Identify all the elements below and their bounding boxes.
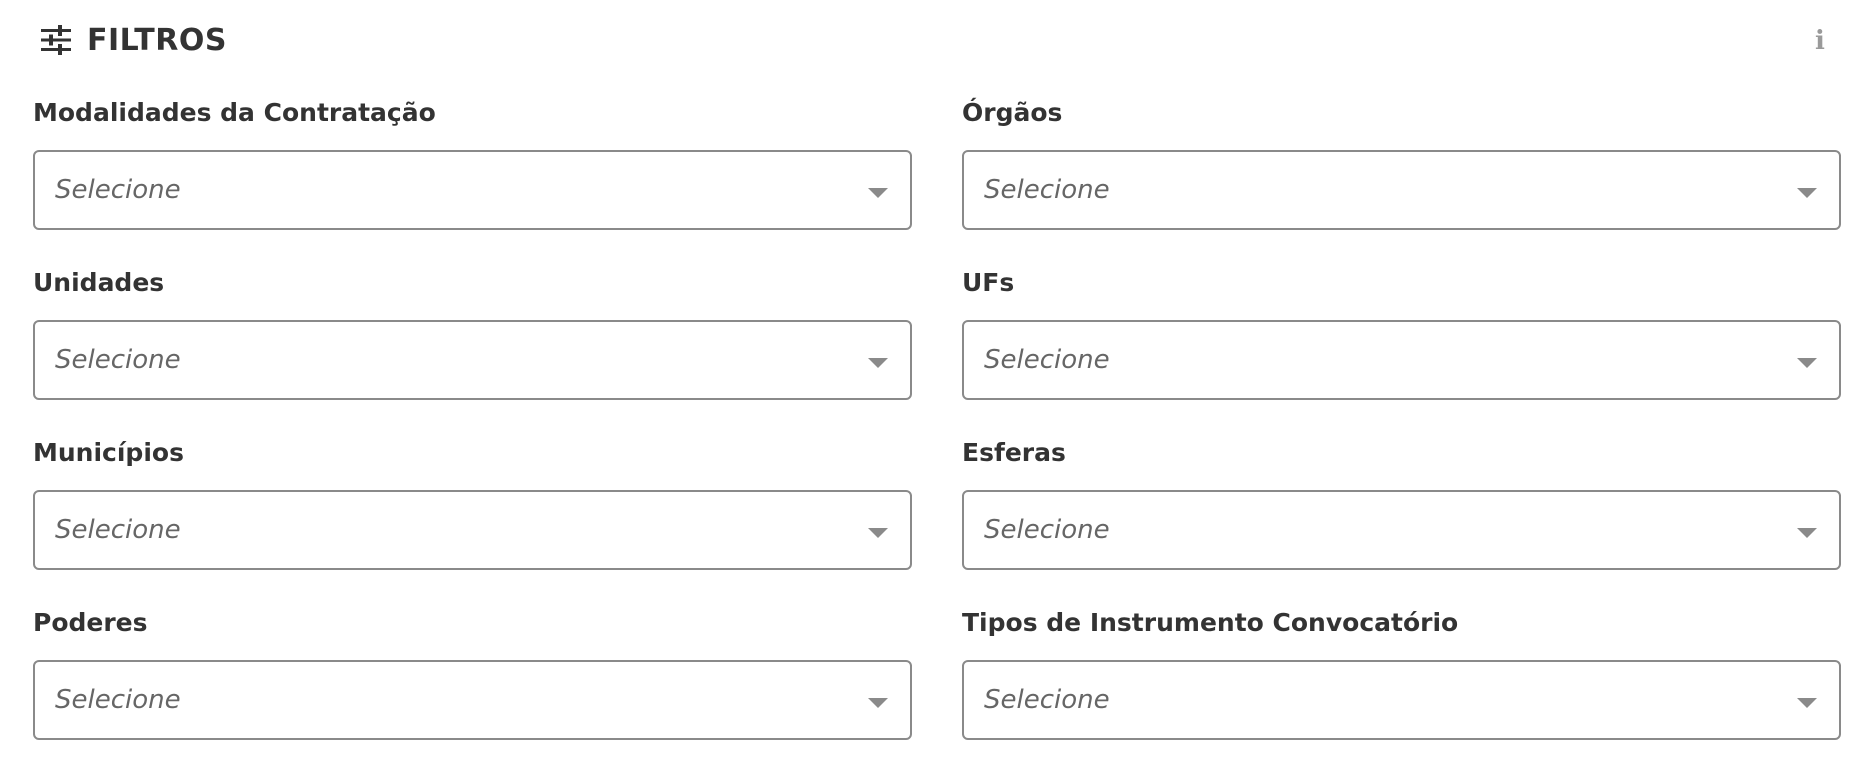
filters-grid: Modalidades da Contratação Selecione Órg… [33, 96, 1841, 776]
filter-label: Municípios [33, 438, 184, 467]
filter-label: Esferas [962, 438, 1066, 467]
chevron-down-icon [868, 358, 888, 368]
chevron-down-icon [868, 528, 888, 538]
filter-esferas: Esferas Selecione [962, 436, 1841, 606]
poderes-select[interactable]: Selecione [33, 660, 912, 740]
select-placeholder: Selecione [55, 175, 181, 205]
municipios-select[interactable]: Selecione [33, 490, 912, 570]
select-placeholder: Selecione [984, 515, 1110, 545]
chevron-down-icon [1797, 528, 1817, 538]
chevron-down-icon [1797, 698, 1817, 708]
filter-tipos-instrumento: Tipos de Instrumento Convocatório Seleci… [962, 606, 1841, 776]
filter-label: Órgãos [962, 98, 1063, 127]
page-title: FILTROS [87, 22, 227, 58]
modalidades-select[interactable]: Selecione [33, 150, 912, 230]
filter-label: UFs [962, 268, 1015, 297]
ufs-select[interactable]: Selecione [962, 320, 1841, 400]
select-placeholder: Selecione [984, 685, 1110, 715]
esferas-select[interactable]: Selecione [962, 490, 1841, 570]
filter-modalidades: Modalidades da Contratação Selecione [33, 96, 912, 266]
chevron-down-icon [1797, 358, 1817, 368]
tipos-instrumento-select[interactable]: Selecione [962, 660, 1841, 740]
select-placeholder: Selecione [984, 345, 1110, 375]
filters-header: FILTROS [39, 18, 227, 62]
select-placeholder: Selecione [984, 175, 1110, 205]
orgaos-select[interactable]: Selecione [962, 150, 1841, 230]
select-placeholder: Selecione [55, 685, 181, 715]
select-placeholder: Selecione [55, 345, 181, 375]
info-icon[interactable]: i [1813, 26, 1827, 56]
chevron-down-icon [868, 698, 888, 708]
filter-label: Poderes [33, 608, 148, 637]
filter-poderes: Poderes Selecione [33, 606, 912, 776]
filter-unidades: Unidades Selecione [33, 266, 912, 436]
filter-ufs: UFs Selecione [962, 266, 1841, 436]
filter-label: Tipos de Instrumento Convocatório [962, 608, 1459, 637]
unidades-select[interactable]: Selecione [33, 320, 912, 400]
chevron-down-icon [868, 188, 888, 198]
sliders-icon [39, 23, 73, 57]
select-placeholder: Selecione [55, 515, 181, 545]
filter-label: Modalidades da Contratação [33, 98, 436, 127]
filter-label: Unidades [33, 268, 165, 297]
chevron-down-icon [1797, 188, 1817, 198]
filter-orgaos: Órgãos Selecione [962, 96, 1841, 266]
filter-municipios: Municípios Selecione [33, 436, 912, 606]
